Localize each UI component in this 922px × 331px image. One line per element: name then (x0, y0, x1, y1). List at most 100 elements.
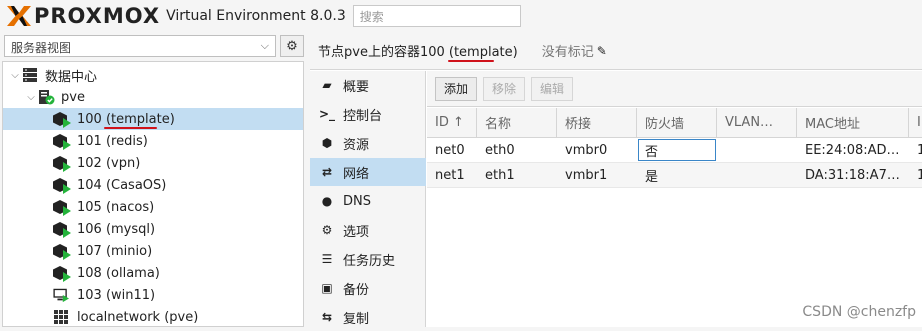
tree-item-vm-103[interactable]: 103 (win11) (3, 284, 303, 306)
terminal-icon: >_ (319, 107, 336, 121)
gear-icon: ⚙ (321, 223, 333, 237)
cell-ip: 1 (917, 167, 922, 183)
tree-item-label: 数据中心 (45, 69, 98, 85)
cell-bridge: vmbr1 (565, 167, 608, 183)
chevron-down-icon: ⌵ (260, 39, 269, 52)
tree-item-datacenter[interactable]: ⌵ 数据中心 (3, 64, 303, 86)
nav-item-network[interactable]: ⇄ 网络 (310, 158, 426, 186)
search-input[interactable]: 搜索 (352, 5, 521, 27)
cube-icon: ⬢ (321, 136, 333, 150)
table-row[interactable]: net1 eth1 vmbr1 是 DA:31:18:A7… 1 (427, 163, 922, 188)
tree-item-container-105[interactable]: 105 (nacos) (3, 196, 303, 218)
cell-name: eth0 (485, 142, 515, 158)
table-row[interactable]: net0 eth0 vmbr0 否 EE:24:08:AD… 1 (427, 138, 922, 163)
proxmox-logo[interactable]: PROXMOX (6, 0, 160, 32)
nav-item-dns[interactable]: ● DNS (310, 187, 426, 215)
tree-item-label: 100 (template) (77, 111, 175, 127)
server-stack-icon (23, 68, 37, 82)
tags-edit[interactable]: 没有标记 ✎ (542, 41, 607, 61)
main-panel: 节点pve上的容器100 (template) 没有标记 ✎ ▰ 概要 >_ 控制台… (310, 32, 922, 327)
network-content: 添加 移除 编辑 ID ↑ 名称 桥接 防火墙 VLAN… MAC地址 I ne… (427, 71, 922, 327)
tree-item-label: 102 (vpn) (77, 155, 141, 171)
save-icon: ▣ (321, 281, 333, 295)
network-toolbar: 添加 移除 编辑 (427, 71, 922, 107)
globe-icon: ● (321, 194, 333, 208)
resource-tree-panel: 服务器视图 ⌵ ⚙ ⌵ 数据中心 ⌵ pve 100 (template) 10… (0, 32, 306, 327)
content-nav: ▰ 概要 >_ 控制台 ⬢ 资源 ⇄ 网络 ● DNS ⚙ 选项 ☰ 任务历史 ▣ 备份 ⇆ 复制 (310, 71, 426, 327)
add-button[interactable]: 添加 (435, 76, 478, 101)
cell-name: eth1 (485, 167, 515, 183)
tree-item-container-104[interactable]: 104 (CasaOS) (3, 174, 303, 196)
annotation-underline (104, 127, 157, 129)
tree-item-pve[interactable]: ⌵ pve (3, 86, 303, 108)
tree-item-label: 106 (mysql) (77, 221, 156, 237)
column-header-mac[interactable]: MAC地址 (797, 108, 909, 137)
chevron-down-icon[interactable]: ⌵ (9, 70, 21, 81)
container-running-icon (53, 155, 71, 172)
container-running-icon (53, 199, 71, 216)
cell-vlan (717, 138, 797, 162)
cell-ip: 1 (917, 142, 922, 158)
column-header-name[interactable]: 名称 (477, 108, 557, 137)
list-icon: ☰ (321, 252, 333, 266)
tree-item-label: pve (61, 89, 85, 105)
resource-tree: ⌵ 数据中心 ⌵ pve 100 (template) 101 (redis) (2, 61, 304, 327)
vm-running-icon (53, 288, 69, 303)
pencil-icon: ✎ (596, 43, 607, 58)
tree-item-label: 101 (redis) (77, 133, 148, 149)
tree-item-container-108[interactable]: 108 (ollama) (3, 262, 303, 284)
logo-wordmark: PROXMOX (34, 4, 161, 28)
gear-button[interactable]: ⚙ (280, 35, 304, 57)
tree-item-container-106[interactable]: 106 (mysql) (3, 218, 303, 240)
column-header-id[interactable]: ID ↑ (427, 108, 477, 137)
cell-vlan (717, 163, 797, 187)
view-select[interactable]: 服务器视图 ⌵ (4, 35, 276, 57)
node-online-icon (39, 90, 55, 105)
tree-item-container-102[interactable]: 102 (vpn) (3, 152, 303, 174)
watermark: CSDN @chenzfp (802, 304, 916, 320)
remove-button[interactable]: 移除 (483, 76, 526, 101)
container-running-icon (53, 243, 71, 260)
book-icon: ▰ (322, 78, 332, 92)
column-header-ip[interactable]: I (909, 108, 922, 137)
container-running-icon (53, 133, 71, 150)
tree-item-container-107[interactable]: 107 (minio) (3, 240, 303, 262)
grid-header: ID ↑ 名称 桥接 防火墙 VLAN… MAC地址 I (427, 108, 922, 138)
tree-item-label: localnetwork (pve) (77, 309, 199, 325)
edit-button[interactable]: 编辑 (531, 76, 574, 101)
product-version: Virtual Environment 8.0.3 (166, 8, 346, 24)
cell-id: net0 (435, 142, 465, 158)
tree-item-label: 107 (minio) (77, 243, 153, 259)
tree-item-label: 105 (nacos) (77, 199, 155, 215)
cell-bridge: vmbr0 (565, 142, 608, 158)
column-header-bridge[interactable]: 桥接 (557, 108, 637, 137)
tree-item-localnetwork[interactable]: localnetwork (pve) (3, 306, 303, 328)
chevron-down-icon[interactable]: ⌵ (25, 92, 37, 103)
tree-item-label: 103 (win11) (77, 287, 156, 303)
nav-item-backup[interactable]: ▣ 备份 (310, 274, 426, 302)
panel-header: 节点pve上的容器100 (template) 没有标记 ✎ (310, 32, 922, 70)
column-header-vlan[interactable]: VLAN… (717, 108, 797, 137)
container-running-icon (53, 111, 71, 128)
proxmox-x-icon (7, 6, 31, 26)
annotation-underline (448, 60, 494, 62)
column-header-firewall[interactable]: 防火墙 (637, 108, 717, 137)
container-running-icon (53, 177, 71, 194)
nav-item-options[interactable]: ⚙ 选项 (310, 216, 426, 244)
tree-item-container-101[interactable]: 101 (redis) (3, 130, 303, 152)
nav-item-resources[interactable]: ⬢ 资源 (310, 129, 426, 157)
gear-icon: ⚙ (286, 38, 298, 54)
cell-id: net1 (435, 167, 465, 183)
page-title: 节点pve上的容器100 (template) (318, 45, 518, 60)
network-grid: ID ↑ 名称 桥接 防火墙 VLAN… MAC地址 I net0 eth0 v… (427, 108, 922, 188)
nav-item-task-history[interactable]: ☰ 任务历史 (310, 245, 426, 273)
nav-item-console[interactable]: >_ 控制台 (310, 100, 426, 128)
cell-firewall[interactable]: 否 (637, 138, 717, 162)
tree-item-label: 104 (CasaOS) (77, 177, 167, 193)
top-bar: PROXMOX Virtual Environment 8.0.3 搜索 (0, 0, 922, 32)
nav-item-summary[interactable]: ▰ 概要 (310, 71, 426, 99)
cell-mac: EE:24:08:AD… (805, 142, 900, 158)
cell-mac: DA:31:18:A7… (805, 167, 900, 183)
retweet-icon: ⇆ (321, 310, 333, 324)
exchange-icon: ⇄ (321, 165, 333, 179)
